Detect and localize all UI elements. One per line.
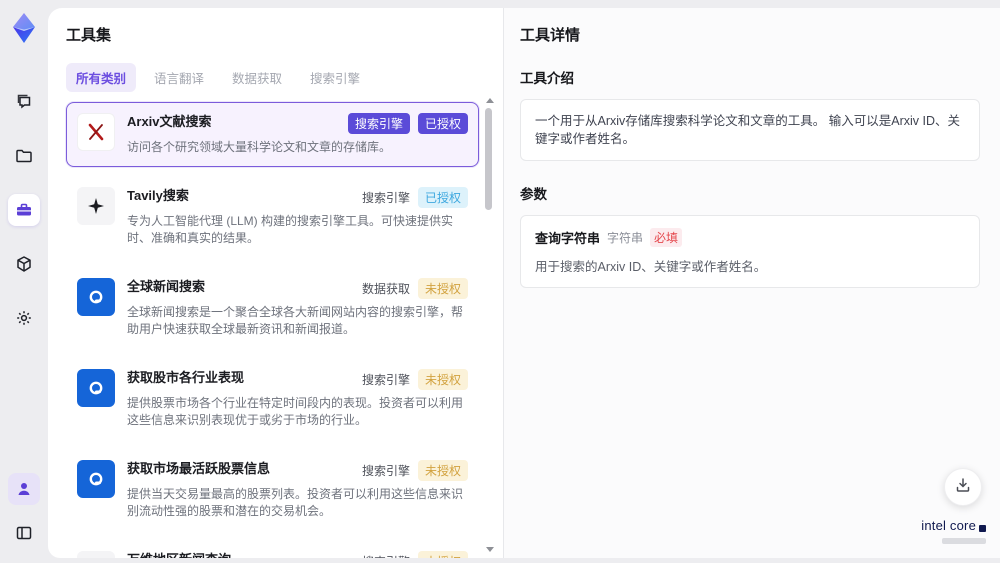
tool-status-badge: 未授权 <box>417 369 468 390</box>
stock-sector-icon <box>77 369 115 407</box>
main-content: 工具集 所有类别 语言翻译 数据获取 搜索引擎 Arxiv文献搜索 搜索引擎 已… <box>48 8 1000 558</box>
active-stocks-icon <box>77 460 115 498</box>
intel-sub-mark <box>942 538 986 544</box>
tool-status-badge: 已授权 <box>417 113 468 134</box>
toolbox-icon <box>14 200 34 220</box>
arxiv-logo-icon <box>77 113 115 151</box>
tool-list-pane: 工具集 所有类别 语言翻译 数据获取 搜索引擎 Arxiv文献搜索 搜索引擎 已… <box>48 8 503 558</box>
params-heading: 参数 <box>520 187 547 202</box>
intel-core-logo: intel core <box>921 517 986 544</box>
sidebar-item-chat[interactable] <box>8 86 40 118</box>
tool-row-global-news[interactable]: 全球新闻搜索 数据获取 未授权 全球新闻搜索是一个聚合全球各大新闻网站内容的搜索… <box>66 267 479 349</box>
tool-description: 专为人工智能代理 (LLM) 构建的搜索引擎工具。可快速提供实时、准确和真实的结… <box>127 214 454 245</box>
tool-name: 全球新闻搜索 <box>127 279 206 294</box>
download-button[interactable] <box>944 468 982 506</box>
tool-status-badge: 未授权 <box>417 551 468 558</box>
tool-description: 全球新闻搜索是一个聚合全球各大新闻网站内容的搜索引擎，帮助用户快速获取全球最新资… <box>127 305 464 336</box>
intro-heading: 工具介绍 <box>520 71 574 86</box>
tab-all-categories[interactable]: 所有类别 <box>66 63 137 92</box>
tool-name: 获取市场最活跃股票信息 <box>127 461 271 476</box>
param-required-badge: 必填 <box>650 228 683 247</box>
user-icon <box>14 479 34 499</box>
tab-language-translation[interactable]: 语言翻译 <box>144 63 214 92</box>
param-name: 查询字符串 <box>535 231 601 246</box>
tool-row-arxiv[interactable]: Arxiv文献搜索 搜索引擎 已授权 访问各个研究领域大量科学论文和文章的存储库… <box>66 102 479 167</box>
intro-box: 一个用于从Arxiv存储库搜索科学论文和文章的工具。 输入可以是Arxiv ID… <box>520 99 980 161</box>
tool-category-badge: 搜索引擎 <box>347 113 410 134</box>
gear-icon <box>14 308 34 328</box>
app-logo-gem-icon <box>6 10 42 46</box>
chat-icon <box>14 92 34 112</box>
tool-row-tavily[interactable]: Tavily搜索 搜索引擎 已授权 专为人工智能代理 (LLM) 构建的搜索引擎… <box>66 176 479 258</box>
detail-title: 工具详情 <box>520 27 581 44</box>
tool-row-stock-sectors[interactable]: 获取股市各行业表现 搜索引擎 未授权 提供股票市场各个行业在特定时间段内的表现。… <box>66 358 479 440</box>
category-tabs: 所有类别 语言翻译 数据获取 搜索引擎 <box>66 63 503 92</box>
news-search-icon <box>77 278 115 316</box>
scroll-down-arrow-icon[interactable] <box>486 547 494 552</box>
tool-status-badge: 已授权 <box>417 187 468 208</box>
page-title: 工具集 <box>66 27 112 44</box>
app-window: 工具集 所有类别 语言翻译 数据获取 搜索引擎 Arxiv文献搜索 搜索引擎 已… <box>0 0 1000 563</box>
sidebar-item-account[interactable] <box>8 473 40 505</box>
tool-row-active-stocks[interactable]: 获取市场最活跃股票信息 搜索引擎 未授权 提供当天交易量最高的股票列表。投资者可… <box>66 449 479 531</box>
scroll-up-arrow-icon[interactable] <box>486 98 494 103</box>
panels-icon <box>14 523 34 543</box>
tool-row-regional-news[interactable]: 万维地区新闻查询 搜索引擎 未授权 查询具体行政区划内的新闻，快速了解各地新闻动 <box>66 540 479 558</box>
tool-description: 访问各个研究领域大量科学论文和文章的存储库。 <box>127 140 392 154</box>
tool-category-label: 数据获取 <box>361 282 410 296</box>
tool-name: Tavily搜索 <box>127 188 189 203</box>
regional-news-icon <box>77 551 115 558</box>
intel-core-text: intel core <box>921 518 976 533</box>
tool-description: 提供股票市场各个行业在特定时间段内的表现。投资者可以利用这些信息来识别表现优于或… <box>127 396 464 427</box>
tool-status-badge: 未授权 <box>417 278 468 299</box>
tool-name: 获取股市各行业表现 <box>127 370 245 385</box>
sidebar-item-models[interactable] <box>8 248 40 280</box>
download-icon <box>954 476 972 499</box>
tool-category-label: 搜索引擎 <box>361 464 410 478</box>
folder-icon <box>14 146 34 166</box>
tool-category-label: 搜索引擎 <box>362 553 410 558</box>
intel-chip-mark-icon <box>979 525 986 532</box>
cube-icon <box>14 254 34 274</box>
sidebar <box>0 0 48 563</box>
sidebar-item-files[interactable] <box>8 140 40 172</box>
param-description: 用于搜索的Arxiv ID、关键字或作者姓名。 <box>535 260 767 274</box>
tool-detail-pane: 工具详情 工具介绍 一个用于从Arxiv存储库搜索科学论文和文章的工具。 输入可… <box>504 8 1000 558</box>
tool-description: 提供当天交易量最高的股票列表。投资者可以利用这些信息来识别流动性强的股票和潜在的… <box>127 487 464 518</box>
tool-name: Arxiv文献搜索 <box>127 114 212 129</box>
sidebar-item-collapse[interactable] <box>8 517 40 549</box>
sidebar-item-settings[interactable] <box>8 302 40 334</box>
tool-list: Arxiv文献搜索 搜索引擎 已授权 访问各个研究领域大量科学论文和文章的存储库… <box>66 102 479 558</box>
tool-status-badge: 未授权 <box>417 460 468 481</box>
tavily-star-icon <box>77 187 115 225</box>
list-scrollbar[interactable] <box>484 98 494 558</box>
sidebar-item-tools[interactable] <box>8 194 40 226</box>
param-box: 查询字符串 字符串 必填 用于搜索的Arxiv ID、关键字或作者姓名。 <box>520 215 980 288</box>
tool-category-label: 搜索引擎 <box>361 191 410 205</box>
tool-name: 万维地区新闻查询 <box>127 551 231 558</box>
tab-search-engine[interactable]: 搜索引擎 <box>300 63 370 92</box>
scrollbar-thumb[interactable] <box>485 108 492 210</box>
param-type: 字符串 <box>607 231 644 245</box>
intro-text: 一个用于从Arxiv存储库搜索科学论文和文章的工具。 输入可以是Arxiv ID… <box>535 114 961 146</box>
tool-category-label: 搜索引擎 <box>361 373 410 387</box>
tab-data-fetch[interactable]: 数据获取 <box>222 63 292 92</box>
